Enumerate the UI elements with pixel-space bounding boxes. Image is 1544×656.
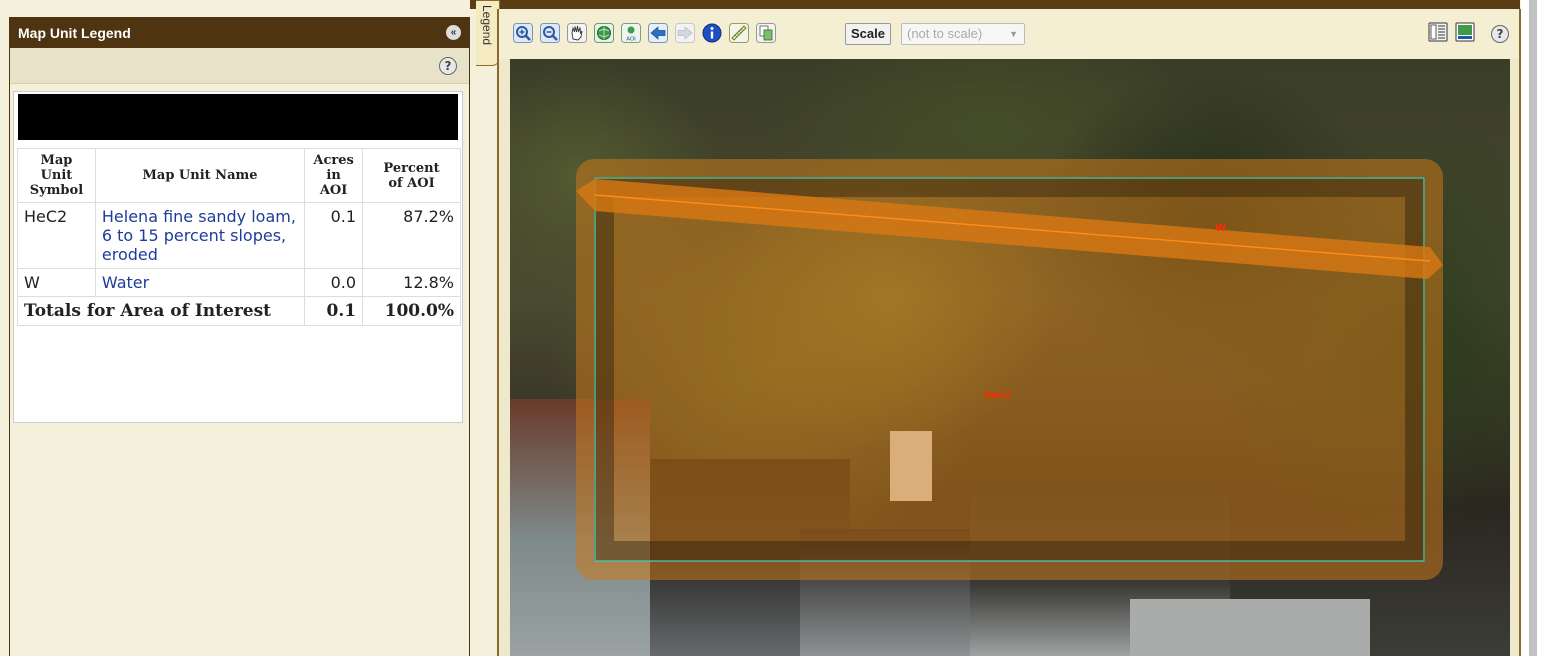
row-acres: 0.0: [304, 268, 364, 297]
row-name: Water: [94, 268, 306, 297]
map-unit-link[interactable]: Helena fine sandy loam, 6 to 15 percent …: [102, 207, 296, 264]
legend-toolbar: ?: [10, 48, 469, 84]
svg-text:AOI: AOI: [626, 37, 636, 43]
scale-value: (not to scale): [907, 26, 983, 41]
redacted-block: [18, 94, 458, 140]
map-overview-icon[interactable]: [1455, 22, 1475, 42]
layout-toggle-icon[interactable]: [1428, 22, 1448, 42]
scale-button[interactable]: Scale: [845, 23, 891, 45]
chevron-down-icon: ▼: [1009, 29, 1018, 39]
row-symbol: W: [17, 268, 96, 297]
totals-label: Totals for Area of Interest: [16, 296, 306, 326]
row-percent: 87.2%: [362, 202, 461, 269]
map-unit-label-w: W: [1215, 223, 1226, 234]
measure-ruler-icon[interactable]: [729, 23, 749, 43]
header-map-unit-name: Map Unit Name: [94, 148, 306, 203]
collapse-icon[interactable]: «: [446, 25, 461, 40]
legend-tab-label: Legend: [480, 5, 494, 46]
legend-help-icon[interactable]: ?: [439, 57, 457, 75]
aoi-overlay: W HeC2: [576, 159, 1443, 580]
row-symbol: HeC2: [17, 202, 96, 269]
full-extent-globe-icon[interactable]: [594, 23, 614, 43]
map-canvas[interactable]: W HeC2: [510, 59, 1510, 656]
header-acres-in-aoi: Acres in AOI: [304, 148, 364, 203]
scrollbar-track: [1529, 0, 1537, 656]
legend-panel: Map Unit Legend « ? Map Unit Symbol Map …: [0, 0, 470, 656]
map-unit-label-hec2: HeC2: [984, 391, 1011, 401]
totals-acres: 0.1: [304, 296, 364, 326]
pan-hand-icon[interactable]: [567, 23, 587, 43]
zoom-in-icon[interactable]: [513, 23, 533, 43]
map-unit-link[interactable]: Water: [102, 273, 149, 292]
header-percent-of-aoi: Percent of AOI: [362, 148, 461, 203]
right-scrollbar[interactable]: [1521, 0, 1544, 656]
legend-header: Map Unit Legend «: [10, 18, 469, 48]
totals-percent: 100.0%: [362, 296, 461, 326]
map-help-icon[interactable]: ?: [1491, 25, 1509, 43]
map-unit-table: Map Unit Symbol Map Unit Name Acres in A…: [16, 148, 461, 326]
scale-select[interactable]: (not to scale) ▼: [901, 23, 1025, 45]
header-map-unit-symbol: Map Unit Symbol: [17, 148, 96, 203]
print-copy-icon[interactable]: [756, 23, 776, 43]
table-row: HeC2 Helena fine sandy loam, 6 to 15 per…: [17, 202, 461, 269]
forward-arrow-icon[interactable]: [675, 23, 695, 43]
totals-row: Totals for Area of Interest 0.1 100.0%: [16, 296, 461, 326]
identify-info-icon[interactable]: [702, 23, 722, 43]
map-panel: AOI Scale (not to scale) ▼ ? W HeC2: [497, 9, 1521, 656]
map-toolbar: AOI Scale (not to scale) ▼ ?: [499, 9, 1519, 59]
table-row: W Water 0.0 12.8%: [17, 268, 461, 297]
zoom-out-icon[interactable]: [540, 23, 560, 43]
zoom-to-aoi-icon[interactable]: AOI: [621, 23, 641, 43]
row-name: Helena fine sandy loam, 6 to 15 percent …: [94, 202, 306, 269]
legend-content: Map Unit Symbol Map Unit Name Acres in A…: [13, 91, 463, 423]
legend-title: Map Unit Legend: [18, 25, 131, 41]
back-arrow-icon[interactable]: [648, 23, 668, 43]
row-acres: 0.1: [304, 202, 364, 269]
table-header-row: Map Unit Symbol Map Unit Name Acres in A…: [17, 148, 461, 203]
legend-box: Map Unit Legend « ? Map Unit Symbol Map …: [9, 17, 470, 656]
row-percent: 12.8%: [362, 268, 461, 297]
